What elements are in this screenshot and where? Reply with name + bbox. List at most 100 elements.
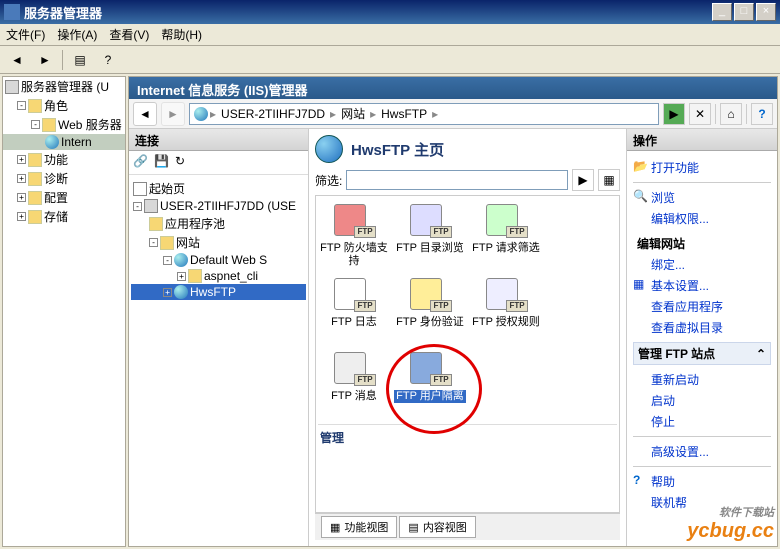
action-edit-permissions[interactable]: 编辑权限...: [633, 208, 771, 229]
site-home-title: HwsFTP 主页: [351, 139, 444, 160]
tree-diag[interactable]: 诊断: [44, 170, 68, 187]
expand-icon[interactable]: -: [17, 101, 26, 110]
site-icon: [174, 285, 188, 299]
filter-input[interactable]: [346, 170, 568, 190]
action-basic-settings[interactable]: ▦基本设置...: [633, 275, 771, 296]
go-button[interactable]: ▶: [663, 103, 685, 125]
tree-roles[interactable]: 角色: [44, 97, 68, 114]
conn-server[interactable]: USER-2TIIHFJ7DD (USE: [160, 199, 296, 213]
tree-storage[interactable]: 存储: [44, 208, 68, 225]
crumb-server[interactable]: USER-2TIIHFJ7DD: [218, 107, 328, 121]
action-help[interactable]: ?帮助: [633, 471, 771, 492]
action-bindings[interactable]: 绑定...: [633, 254, 771, 275]
action-online-help[interactable]: 联机帮: [633, 492, 771, 513]
action-open-feature[interactable]: 📂打开功能: [633, 157, 771, 178]
folder-icon: [42, 118, 56, 132]
tree-web[interactable]: Web 服务器: [58, 116, 122, 133]
action-stop[interactable]: 停止: [633, 411, 771, 432]
actions-panel: 操作 📂打开功能 🔍浏览 编辑权限... 编辑网站 绑定... ▦基本设置...…: [627, 129, 777, 546]
folder-icon: [28, 153, 42, 167]
menu-file[interactable]: 文件(F): [6, 26, 45, 43]
conn-start[interactable]: 起始页: [149, 180, 185, 197]
conn-sites[interactable]: 网站: [176, 234, 200, 251]
conn-apppools[interactable]: 应用程序池: [165, 215, 225, 232]
tree-root[interactable]: 服务器管理器 (U: [21, 78, 109, 95]
expand-icon[interactable]: -: [149, 238, 158, 247]
save-button[interactable]: 💾: [154, 154, 172, 172]
nav-back-button[interactable]: ◄: [133, 102, 157, 126]
tab-features-view[interactable]: ▦功能视图: [321, 516, 397, 538]
filter-go-button[interactable]: ▶: [572, 169, 594, 191]
collapse-icon[interactable]: ⌃: [756, 347, 766, 361]
menu-action[interactable]: 操作(A): [57, 26, 97, 43]
close-button[interactable]: ×: [756, 3, 776, 21]
action-start[interactable]: 启动: [633, 390, 771, 411]
ftp-reqfilter-icon[interactable]: FTPFTP 请求筛选: [470, 202, 542, 272]
action-view-apps[interactable]: 查看应用程序: [633, 296, 771, 317]
ftp-auth-icon[interactable]: FTPFTP 身份验证: [394, 276, 466, 346]
actions-header: 操作: [627, 129, 777, 151]
conn-aspnet[interactable]: aspnet_cli: [204, 269, 258, 283]
home-button[interactable]: ⌂: [720, 103, 742, 125]
server-icon: [5, 80, 19, 94]
menu-view[interactable]: 查看(V): [109, 26, 149, 43]
conn-hws[interactable]: HwsFTP: [190, 285, 236, 299]
action-browse[interactable]: 🔍浏览: [633, 187, 771, 208]
tab-content-view[interactable]: ▤内容视图: [399, 516, 475, 538]
server-manager-tree[interactable]: 服务器管理器 (U -角色 -Web 服务器 Intern +功能 +诊断 +配…: [2, 76, 126, 547]
expand-icon[interactable]: +: [177, 272, 186, 281]
refresh-button[interactable]: ↻: [175, 154, 193, 172]
action-restart[interactable]: 重新启动: [633, 369, 771, 390]
back-button[interactable]: ◄: [6, 49, 28, 71]
ftp-log-icon[interactable]: FTPFTP 日志: [318, 276, 390, 346]
expand-icon[interactable]: +: [163, 288, 172, 297]
crumb-sites[interactable]: 网站: [338, 105, 368, 122]
group-manage: 管理: [318, 424, 617, 446]
expand-icon[interactable]: -: [133, 202, 142, 211]
folder-icon: [28, 210, 42, 224]
crumb-hws[interactable]: HwsFTP: [378, 107, 430, 121]
ftp-firewall-icon[interactable]: FTPFTP 防火墙支持: [318, 202, 390, 272]
action-advanced[interactable]: 高级设置...: [633, 441, 771, 462]
expand-icon[interactable]: +: [17, 174, 26, 183]
window-title: 服务器管理器: [24, 3, 712, 22]
filter-view-button[interactable]: ▦: [598, 169, 620, 191]
connections-tree[interactable]: 起始页 -USER-2TIIHFJ7DD (USE 应用程序池 -网站 -Def…: [129, 175, 308, 546]
expand-icon[interactable]: -: [31, 120, 40, 129]
sites-icon: [160, 236, 174, 250]
tree-config[interactable]: 配置: [44, 189, 68, 206]
iis-icon: [45, 135, 59, 149]
ftp-authz-icon[interactable]: FTPFTP 授权规则: [470, 276, 542, 346]
ftp-dirbrowse-icon[interactable]: FTPFTP 目录浏览: [394, 202, 466, 272]
forward-button[interactable]: ►: [34, 49, 56, 71]
minimize-button[interactable]: _: [712, 3, 732, 21]
help-button[interactable]: ?: [751, 103, 773, 125]
connect-button[interactable]: 🔗: [133, 154, 151, 172]
menu-help[interactable]: 帮助(H): [161, 26, 202, 43]
expand-icon[interactable]: -: [163, 256, 172, 265]
tree-iis[interactable]: Intern: [61, 135, 92, 149]
properties-button[interactable]: ▤: [69, 49, 91, 71]
section-manage-ftp[interactable]: 管理 FTP 站点⌃: [633, 342, 771, 365]
connections-panel: 连接 🔗 💾 ↻ 起始页 - USER-2TIIHFJ7DD (USE 应用程序池…: [129, 129, 309, 546]
help-toolbar-button[interactable]: ?: [97, 49, 119, 71]
expand-icon[interactable]: +: [17, 193, 26, 202]
ftp-messages-icon[interactable]: FTPFTP 消息: [318, 350, 390, 420]
center-panel: HwsFTP 主页 筛选: ▶ ▦ FTPFTP 防火墙支持 FTPFTP 目录…: [309, 129, 627, 546]
site-globe-icon: [315, 135, 343, 163]
maximize-button[interactable]: □: [734, 3, 754, 21]
breadcrumb[interactable]: ▸ USER-2TIIHFJ7DD ▸ 网站 ▸ HwsFTP ▸: [189, 103, 659, 125]
folder-icon: [188, 269, 202, 283]
stop-x-button[interactable]: ✕: [689, 103, 711, 125]
expand-icon[interactable]: +: [17, 212, 26, 221]
expand-icon[interactable]: +: [17, 155, 26, 164]
connections-header: 连接: [129, 129, 308, 151]
conn-default[interactable]: Default Web S: [190, 253, 267, 267]
folder-icon: [28, 99, 42, 113]
features-grid: FTPFTP 防火墙支持 FTPFTP 目录浏览 FTPFTP 请求筛选 FTP…: [315, 195, 620, 513]
tree-features[interactable]: 功能: [44, 151, 68, 168]
action-view-vdirs[interactable]: 查看虚拟目录: [633, 317, 771, 338]
ftp-userisolation-icon[interactable]: FTPFTP 用户隔离: [394, 350, 466, 420]
apppool-icon: [149, 217, 163, 231]
filter-label: 筛选:: [315, 172, 342, 189]
